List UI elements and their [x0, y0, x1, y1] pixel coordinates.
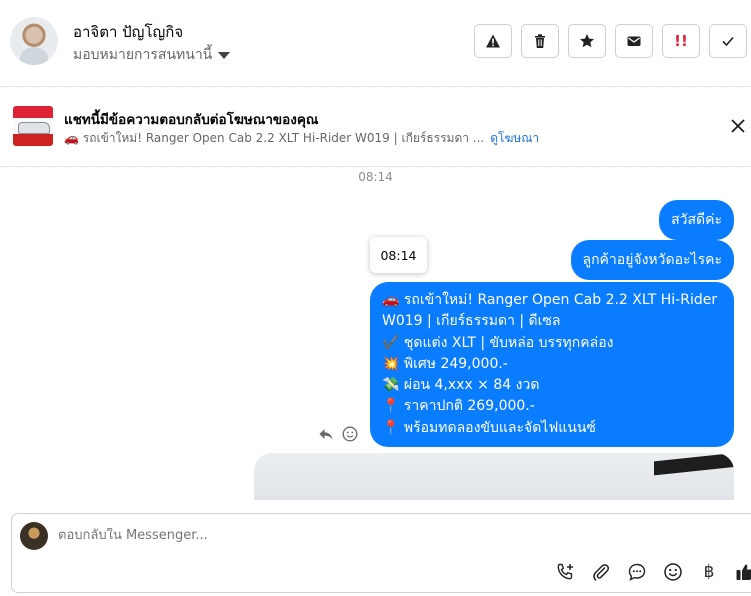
ad-message-bubble[interactable]: 🚗 รถเข้าใหม่! Ranger Open Cab 2.2 XLT Hi… — [370, 282, 734, 448]
phone-plus-icon — [557, 563, 573, 580]
ad-message-line: ✔️ ชุดแต่ง XLT | ขับหล่อ บรรทุกคล่อง — [382, 334, 614, 351]
message-bubble[interactable]: สวัสดีค่ะ — [659, 200, 734, 240]
time-tooltip: 08:14 — [370, 237, 427, 273]
conversation-header: อาจิตา ปัญโญกิจ มอบหมายการสนทนานี้ !! — [0, 0, 751, 87]
message-timestamp: 08:14 — [358, 170, 393, 184]
star-icon — [580, 34, 594, 48]
emoji-button[interactable] — [662, 561, 684, 583]
message-actions — [318, 426, 358, 442]
ad-banner-title: แชทนี้มีข้อความตอบกลับต่อโฆษณาของคุณ — [64, 112, 319, 128]
paperclip-icon — [593, 564, 609, 581]
emoji-reaction-icon[interactable] — [342, 426, 358, 442]
trash-icon — [535, 34, 545, 48]
reply-icon[interactable] — [318, 426, 334, 442]
call-button[interactable] — [554, 561, 576, 583]
reply-input[interactable] — [58, 528, 658, 543]
thumbs-up-icon — [736, 564, 751, 580]
ad-message-line: 💸 ผ่อน 4,xxx × 84 งวด — [382, 377, 540, 394]
saved-replies-button[interactable] — [626, 561, 648, 583]
contact-name[interactable]: อาจิตา ปัญโญกิจ — [73, 20, 183, 44]
composer-toolbar: ฿ — [554, 561, 751, 583]
ad-message-line: 💥 พิเศษ 249,000.- — [382, 355, 508, 372]
mail-icon — [627, 36, 641, 46]
assign-label: มอบหมายการสนทนานี้ — [73, 47, 213, 63]
mark-done-button[interactable] — [709, 24, 747, 58]
message-thread[interactable]: 08:14 สวัสดีค่ะ ลูกค้าอยู่จังหวัดอะไรคะ … — [0, 167, 751, 500]
chevron-down-icon — [218, 51, 231, 59]
ad-banner-subtitle: 🚗 รถเข้าใหม่! Ranger Open Cab 2.2 XLT Hi… — [64, 129, 539, 148]
ad-reply-banner: แชทนี้มีข้อความตอบกลับต่อโฆษณาของคุณ 🚗 ร… — [0, 87, 751, 167]
close-icon[interactable] — [729, 117, 747, 135]
spam-button[interactable]: !! — [662, 24, 700, 58]
ad-message-line: 📍 พร้อมทดลองขับและจัดไฟแนนซ์ — [382, 419, 596, 436]
mark-unread-button[interactable] — [615, 24, 653, 58]
message-bubble[interactable]: ลูกค้าอยู่จังหวัดอะไรคะ — [570, 240, 734, 280]
chat-bubble-icon — [628, 563, 646, 581]
page-avatar — [20, 522, 48, 550]
reply-composer: ฿ — [11, 513, 751, 593]
ad-message-line: 📍 ราคาปกติ 269,000.- — [382, 398, 535, 415]
ad-message-line: 🚗 รถเข้าใหม่! Ranger Open Cab 2.2 XLT Hi… — [382, 292, 718, 330]
check-icon — [722, 36, 734, 47]
payment-button[interactable]: ฿ — [698, 561, 720, 583]
ad-thumbnail[interactable] — [13, 106, 53, 146]
delete-button[interactable] — [521, 24, 559, 58]
star-button[interactable] — [568, 24, 606, 58]
report-icon — [486, 34, 500, 48]
like-button[interactable] — [734, 561, 751, 583]
image-message[interactable] — [254, 453, 734, 500]
header-actions: !! — [474, 24, 747, 58]
attach-button[interactable] — [590, 561, 612, 583]
assign-conversation-dropdown[interactable]: มอบหมายการสนทนานี้ — [73, 44, 231, 66]
report-button[interactable] — [474, 24, 512, 58]
view-ad-link[interactable]: ดูโฆษณา — [490, 129, 539, 148]
baht-icon: ฿ — [703, 562, 715, 582]
spam-icon: !! — [674, 32, 688, 50]
contact-avatar[interactable] — [10, 17, 58, 65]
ad-text: 🚗 รถเข้าใหม่! Ranger Open Cab 2.2 XLT Hi… — [64, 131, 485, 145]
smiley-icon — [664, 563, 682, 581]
